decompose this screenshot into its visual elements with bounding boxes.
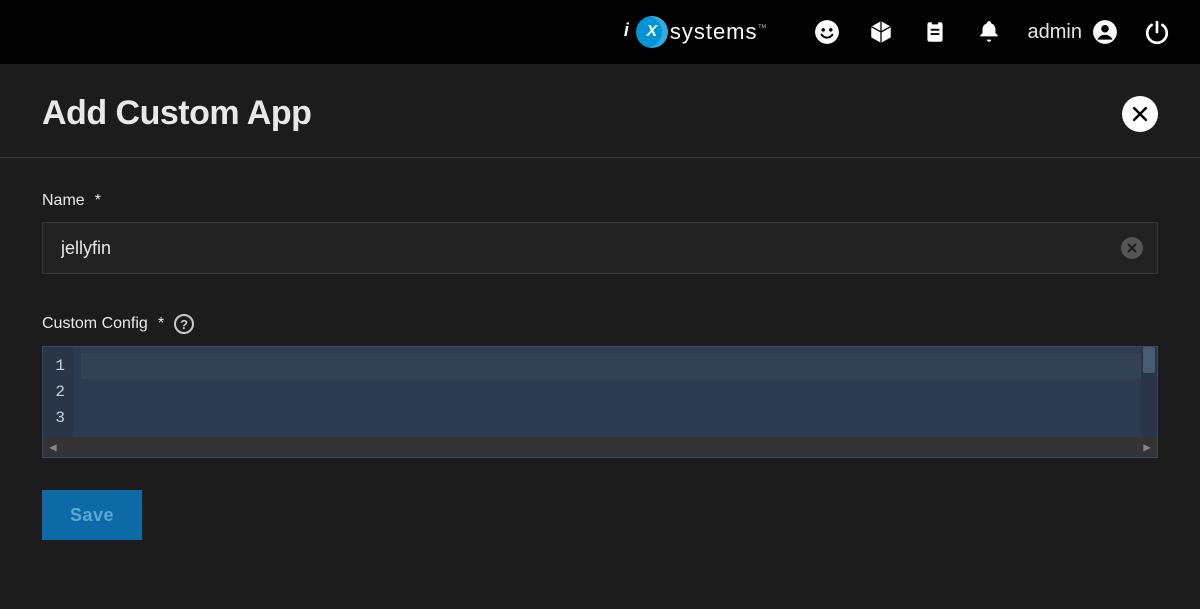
required-star: * [95, 192, 101, 210]
required-star: * [158, 315, 164, 333]
code-line[interactable] [81, 405, 1149, 431]
line-number: 2 [43, 379, 65, 405]
ixsystems-logo[interactable]: X systems™ [636, 16, 768, 48]
code-line[interactable] [81, 379, 1149, 405]
panel-header: Add Custom App [0, 64, 1200, 158]
logo-text: systems™ [670, 19, 768, 45]
scroll-right-icon[interactable]: ▶ [1137, 437, 1157, 457]
bell-icon [976, 19, 1002, 45]
name-label: Name * [42, 192, 1158, 210]
scroll-left-icon[interactable]: ◀ [43, 437, 63, 457]
jobs-button[interactable] [920, 17, 950, 47]
user-label: admin [1028, 21, 1082, 44]
face-icon [814, 19, 840, 45]
logo-mark-icon: X [636, 16, 668, 48]
avatar-icon [1092, 19, 1118, 45]
clear-icon [1126, 242, 1138, 254]
close-icon [1130, 104, 1150, 124]
power-button[interactable] [1142, 17, 1172, 47]
add-custom-app-panel: Add Custom App Name * Custom Config * [0, 64, 1200, 609]
topbar: X systems™ admin [0, 0, 1200, 64]
power-icon [1144, 19, 1170, 45]
name-input[interactable] [59, 237, 1109, 260]
line-number: 3 [43, 405, 65, 431]
config-label: Custom Config * ? [42, 314, 1158, 334]
name-field-wrapper [42, 222, 1158, 274]
code-area[interactable] [73, 347, 1157, 437]
user-menu[interactable]: admin [1028, 19, 1118, 45]
truecommand-button[interactable] [866, 17, 896, 47]
help-icon[interactable]: ? [174, 314, 194, 334]
cube-icon [868, 19, 894, 45]
save-button[interactable]: Save [42, 490, 142, 540]
close-button[interactable] [1122, 96, 1158, 132]
horizontal-scrollbar[interactable]: ◀ ▶ [43, 437, 1157, 457]
page-title: Add Custom App [42, 94, 311, 133]
scroll-thumb[interactable] [1143, 347, 1155, 373]
alerts-button[interactable] [974, 17, 1004, 47]
line-gutter: 1 2 3 [43, 347, 73, 437]
code-line[interactable] [81, 353, 1149, 379]
vertical-scrollbar[interactable] [1141, 347, 1157, 437]
clear-name-button[interactable] [1121, 237, 1143, 259]
config-editor[interactable]: 1 2 3 ◀ ▶ [42, 346, 1158, 458]
panel-body: Name * Custom Config * ? 1 2 3 [0, 158, 1200, 540]
feedback-button[interactable] [812, 17, 842, 47]
clipboard-icon [922, 19, 948, 45]
line-number: 1 [43, 353, 65, 379]
